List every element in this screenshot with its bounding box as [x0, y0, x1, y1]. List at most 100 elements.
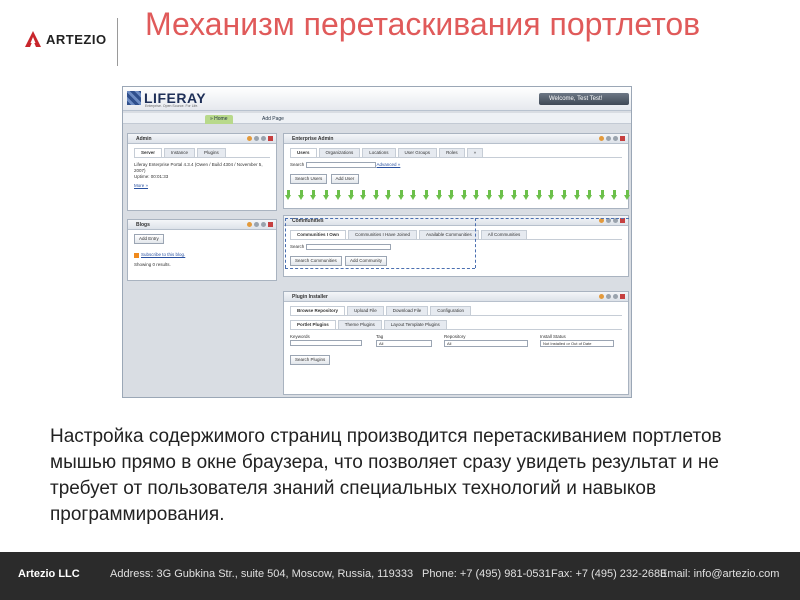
- search-plugins-button[interactable]: Search Plugins: [290, 355, 331, 365]
- welcome-menu[interactable]: Welcome, Test Test!: [539, 93, 629, 105]
- portlet-header[interactable]: Enterprise Admin: [284, 134, 628, 144]
- tab-communities-available[interactable]: Available Communities: [419, 230, 479, 239]
- add-user-button[interactable]: Add User: [330, 174, 360, 185]
- tab-communities-all[interactable]: All Communities: [480, 230, 528, 239]
- minimize-icon[interactable]: [606, 136, 611, 141]
- drag-outline-left: [285, 218, 286, 268]
- close-icon[interactable]: [620, 294, 625, 299]
- portlet-body: Communities I Own Communities I Have Joi…: [284, 226, 628, 270]
- tab-upload-file[interactable]: Upload File: [347, 306, 384, 315]
- search-users-button[interactable]: Search Users: [290, 174, 328, 185]
- arrow-down-icon: [347, 190, 355, 200]
- logo-text: ARTEZIO: [46, 31, 107, 47]
- tab-browse-repository[interactable]: Browse Repository: [290, 306, 346, 315]
- minimize-icon[interactable]: [606, 294, 611, 299]
- arrow-down-icon: [510, 190, 518, 200]
- maximize-icon[interactable]: [613, 136, 618, 141]
- config-icon[interactable]: [599, 294, 604, 299]
- footer-phone: Phone: +7 (495) 981-0531: [422, 568, 551, 580]
- tab-plugins[interactable]: Plugins: [197, 148, 226, 157]
- config-icon[interactable]: [247, 222, 252, 227]
- arrow-down-icon: [460, 190, 468, 200]
- add-community-button[interactable]: Add Community: [345, 256, 388, 267]
- plugin-installer-portlet: Plugin Installer Browse Repository Uploa…: [283, 291, 629, 395]
- tag-select[interactable]: All: [376, 340, 432, 347]
- tab-configuration[interactable]: Configuration: [430, 306, 472, 315]
- keywords-input[interactable]: [290, 340, 362, 346]
- maximize-icon[interactable]: [261, 222, 266, 227]
- tab-instance[interactable]: Instance: [164, 148, 196, 157]
- liferay-logo-icon: [127, 91, 141, 105]
- portlet-header[interactable]: Plugin Installer: [284, 292, 628, 302]
- server-info: Liferay Enterprise Portal 4.3.4 (Owen / …: [134, 162, 263, 173]
- footer-company: Artezio LLC: [18, 568, 80, 580]
- portlet-title: Blogs: [136, 222, 150, 228]
- tab-organizations[interactable]: Organizations: [318, 148, 361, 157]
- arrow-down-icon: [548, 190, 555, 200]
- install-status-select[interactable]: Not Installed or Out of Date: [540, 340, 614, 347]
- arrow-down-icon: [397, 190, 405, 200]
- tab-communities-own[interactable]: Communities I Own: [290, 230, 347, 239]
- close-icon[interactable]: [620, 136, 625, 141]
- results-status: Showing 0 results.: [134, 262, 171, 267]
- portlet-body: Users Organizations Locations User Group…: [284, 144, 628, 188]
- portlet-controls: [599, 294, 625, 299]
- arrow-down-icon: [473, 190, 480, 200]
- arrow-down-icon: [498, 190, 505, 200]
- liferay-nav: » Home Add Page: [123, 113, 631, 124]
- subscribe-link[interactable]: Subscribe to this blog.: [141, 252, 185, 258]
- arrow-down-icon: [586, 190, 593, 200]
- tab-theme-plugins[interactable]: Theme Plugins: [337, 320, 382, 329]
- tab-portlet-plugins[interactable]: Portlet Plugins: [290, 320, 336, 329]
- tab-more[interactable]: »: [466, 148, 484, 157]
- arrow-down-icon: [335, 190, 342, 200]
- plugin-tabs: Browse Repository Upload File Download F…: [290, 306, 622, 316]
- tab-layout-plugins[interactable]: Layout Template Plugins: [383, 320, 447, 329]
- minimize-icon[interactable]: [254, 222, 259, 227]
- tab-server[interactable]: Server: [134, 148, 163, 157]
- description-text: Настройка содержимого страниц производит…: [50, 426, 722, 525]
- tab-communities-joined[interactable]: Communities I Have Joined: [348, 230, 418, 239]
- uptime: Uptime: 00:01:33: [134, 174, 169, 179]
- tab-user-groups[interactable]: User Groups: [397, 148, 438, 157]
- minimize-icon[interactable]: [254, 136, 259, 141]
- close-icon[interactable]: [268, 222, 273, 227]
- search-communities-button[interactable]: Search Communities: [290, 256, 342, 267]
- tab-add-page[interactable]: Add Page: [257, 115, 289, 124]
- search-communities-input[interactable]: [305, 244, 391, 250]
- admin-tabs: Server Instance Plugins: [134, 148, 270, 158]
- tab-users[interactable]: Users: [290, 148, 317, 157]
- drag-outline-bottom: [285, 268, 475, 269]
- portlet-controls: [599, 136, 625, 141]
- close-icon[interactable]: [268, 136, 273, 141]
- rss-icon: [134, 252, 139, 258]
- arrow-down-icon: [360, 190, 367, 200]
- portlet-header[interactable]: Admin: [128, 134, 276, 144]
- config-icon[interactable]: [247, 136, 252, 141]
- blogs-portlet: Blogs Add Entry Subscribe to this blog. …: [127, 219, 277, 281]
- tab-download-file[interactable]: Download File: [385, 306, 429, 315]
- portlet-header[interactable]: Blogs: [128, 220, 276, 230]
- portlet-title: Admin: [136, 136, 152, 142]
- config-icon[interactable]: [599, 136, 604, 141]
- arrow-down-icon: [523, 190, 530, 200]
- tab-roles[interactable]: Roles: [439, 148, 465, 157]
- arrow-down-icon: [535, 190, 543, 200]
- add-entry-button[interactable]: Add Entry: [134, 234, 164, 244]
- admin-portlet: Admin Server Instance Plugins Liferay En…: [127, 133, 277, 211]
- advanced-link[interactable]: Advanced »: [377, 162, 401, 167]
- footer-fax: Fax: +7 (495) 232-2683: [551, 568, 667, 580]
- tab-locations[interactable]: Locations: [362, 148, 396, 157]
- more-link[interactable]: More »: [134, 183, 270, 189]
- search-users-input[interactable]: [305, 162, 376, 168]
- slide-title: Механизм перетаскивания портлетов: [145, 6, 701, 42]
- maximize-icon[interactable]: [613, 294, 618, 299]
- footer-email[interactable]: Email: info@artezio.com: [660, 568, 779, 580]
- drag-outline-right: [475, 218, 476, 268]
- maximize-icon[interactable]: [261, 136, 266, 141]
- arrow-down-icon: [385, 190, 392, 200]
- repository-select[interactable]: All: [444, 340, 528, 347]
- arrow-down-icon: [322, 190, 330, 200]
- liferay-header: LIFERAY Enterprise. Open Source. For Lif…: [123, 87, 631, 111]
- tab-home[interactable]: » Home: [205, 115, 233, 124]
